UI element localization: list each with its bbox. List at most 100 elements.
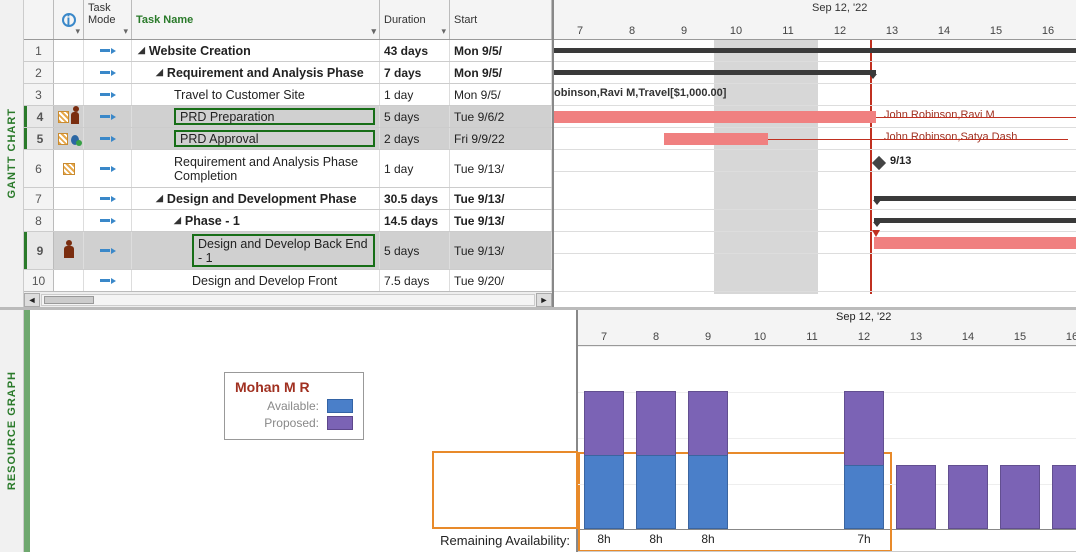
row-number[interactable]: 3 xyxy=(24,84,54,105)
proposed-bar xyxy=(948,465,988,529)
duration-cell[interactable]: 14.5 days xyxy=(380,210,450,231)
gantt-timeline[interactable]: Sep 12, '22 78910111213141516 obinson,Ra… xyxy=(554,0,1076,307)
task-mode-icon xyxy=(100,136,116,142)
week-label: Sep 12, '22 xyxy=(812,2,867,14)
row-number[interactable]: 6 xyxy=(24,150,54,187)
start-cell[interactable]: Mon 9/5/ xyxy=(450,84,552,105)
remaining-value: 8h xyxy=(578,532,630,546)
start-cell[interactable]: Mon 9/5/ xyxy=(450,40,552,61)
col-start[interactable]: Start xyxy=(454,14,477,26)
summary-bar xyxy=(874,196,1076,201)
start-cell[interactable]: Tue 9/13/ xyxy=(450,188,552,209)
task-name-cell[interactable]: Requirement and Analysis Phase Completio… xyxy=(132,150,380,187)
col-task-name[interactable]: Task Name xyxy=(136,14,193,26)
day-label: 14 xyxy=(942,331,994,343)
start-cell[interactable]: Fri 9/9/22 xyxy=(450,128,552,149)
task-row[interactable]: 6 Requirement and Analysis Phase Completi… xyxy=(24,150,552,188)
row-number[interactable]: 4 xyxy=(24,106,54,127)
row-number[interactable]: 7 xyxy=(24,188,54,209)
task-name: Design and Development Phase xyxy=(167,192,357,206)
task-name: Requirement and Analysis Phase Completio… xyxy=(174,155,375,183)
available-bar xyxy=(844,465,884,529)
row-number[interactable]: 1 xyxy=(24,40,54,61)
day-label: 15 xyxy=(970,25,1022,37)
start-cell[interactable]: Tue 9/6/2 xyxy=(450,106,552,127)
day-label: 13 xyxy=(890,331,942,343)
task-row[interactable]: 5 PRD Approval2 daysFri 9/9/22 xyxy=(24,128,552,150)
available-bar xyxy=(584,455,624,529)
duration-cell[interactable]: 30.5 days xyxy=(380,188,450,209)
row-number[interactable]: 10 xyxy=(24,270,54,291)
start-cell[interactable]: Tue 9/13/ xyxy=(450,232,552,269)
duration-cell[interactable]: 1 day xyxy=(380,150,450,187)
start-cell[interactable]: Mon 9/5/ xyxy=(450,62,552,83)
task-name: Phase - 1 xyxy=(185,214,240,228)
task-row[interactable]: 10 Design and Develop Front 7.5 daysTue 9/… xyxy=(24,270,552,291)
day-label: 13 xyxy=(866,25,918,37)
row-number[interactable]: 9 xyxy=(24,232,54,269)
duration-cell[interactable]: 7 days xyxy=(380,62,450,83)
legend-title: Mohan M R xyxy=(235,379,353,395)
task-mode-icon xyxy=(100,218,116,224)
duration-cell[interactable]: 2 days xyxy=(380,128,450,149)
task-mode-icon xyxy=(100,92,116,98)
day-label: 12 xyxy=(814,25,866,37)
task-name-cell[interactable]: PRD Approval xyxy=(132,128,380,149)
resource-legend-pane: Mohan M R Available: Proposed: Remaining… xyxy=(24,310,578,552)
task-mode-icon xyxy=(100,278,116,284)
start-cell[interactable]: Tue 9/20/ xyxy=(450,270,552,291)
task-name: PRD Preparation xyxy=(180,110,275,124)
task-name-cell[interactable]: ◢Requirement and Analysis Phase xyxy=(132,62,380,83)
task-name-cell[interactable]: ◢Phase - 1 xyxy=(132,210,380,231)
legend-available: Available: xyxy=(267,399,319,413)
info-icon: i xyxy=(62,13,76,27)
task-row[interactable]: 3 Travel to Customer Site 1 dayMon 9/5/ xyxy=(24,84,552,106)
col-task-mode[interactable]: Task xyxy=(88,2,111,14)
proposed-bar xyxy=(1000,465,1040,529)
resource-graph-tab[interactable]: RESOURCE GRAPH xyxy=(0,310,24,552)
task-row[interactable]: 2 ◢Requirement and Analysis Phase7 daysMo… xyxy=(24,62,552,84)
gantt-chart-tab[interactable]: GANTT CHART xyxy=(0,0,24,307)
row-number[interactable]: 5 xyxy=(24,128,54,149)
remaining-availability-row: 8h8h8h7h xyxy=(578,530,1076,552)
day-label: 11 xyxy=(762,25,814,37)
task-name-cell[interactable]: Design and Develop Back End - 1 xyxy=(132,232,380,269)
task-name: Travel to Customer Site xyxy=(174,88,305,102)
task-row[interactable]: 9 Design and Develop Back End - 1 5 daysTu… xyxy=(24,232,552,270)
task-mode-icon xyxy=(100,166,116,172)
row-number[interactable]: 8 xyxy=(24,210,54,231)
scroll-left-button[interactable]: ◄ xyxy=(24,293,40,307)
assignment-label: obinson,Ravi M,Travel[$1,000.00] xyxy=(554,87,726,99)
day-label: 16 xyxy=(1022,25,1074,37)
globe-icon xyxy=(71,135,79,145)
duration-cell[interactable]: 43 days xyxy=(380,40,450,61)
horizontal-scrollbar[interactable]: ◄ ► xyxy=(24,291,552,307)
task-name: Requirement and Analysis Phase xyxy=(167,66,364,80)
start-cell[interactable]: Tue 9/13/ xyxy=(450,210,552,231)
row-number[interactable]: 2 xyxy=(24,62,54,83)
task-row[interactable]: 4 PRD Preparation 5 daysTue 9/6/2 xyxy=(24,106,552,128)
task-row[interactable]: 7 ◢Design and Development Phase30.5 daysT… xyxy=(24,188,552,210)
legend: Mohan M R Available: Proposed: xyxy=(224,372,364,440)
duration-cell[interactable]: 5 days xyxy=(380,106,450,127)
col-duration[interactable]: Duration xyxy=(384,14,426,26)
task-name: Design and Develop Front xyxy=(192,274,337,288)
day-label: 10 xyxy=(734,331,786,343)
task-row[interactable]: 1 ◢Website Creation43 daysMon 9/5/ xyxy=(24,40,552,62)
scroll-right-button[interactable]: ► xyxy=(536,293,552,307)
weekend-band xyxy=(714,40,818,294)
milestone-icon xyxy=(872,156,886,170)
task-name-cell[interactable]: PRD Preparation xyxy=(132,106,380,127)
duration-cell[interactable]: 5 days xyxy=(380,232,450,269)
duration-cell[interactable]: 1 day xyxy=(380,84,450,105)
indicator-icon xyxy=(58,133,68,145)
start-cell[interactable]: Tue 9/13/ xyxy=(450,150,552,187)
task-name-cell[interactable]: ◢Website Creation xyxy=(132,40,380,61)
task-name-cell[interactable]: Travel to Customer Site xyxy=(132,84,380,105)
task-name-cell[interactable]: ◢Design and Development Phase xyxy=(132,188,380,209)
highlight-rect xyxy=(432,451,578,529)
task-name: Design and Develop Back End - 1 xyxy=(198,237,369,265)
task-name-cell[interactable]: Design and Develop Front xyxy=(132,270,380,291)
duration-cell[interactable]: 7.5 days xyxy=(380,270,450,291)
task-row[interactable]: 8 ◢Phase - 114.5 daysTue 9/13/ xyxy=(24,210,552,232)
